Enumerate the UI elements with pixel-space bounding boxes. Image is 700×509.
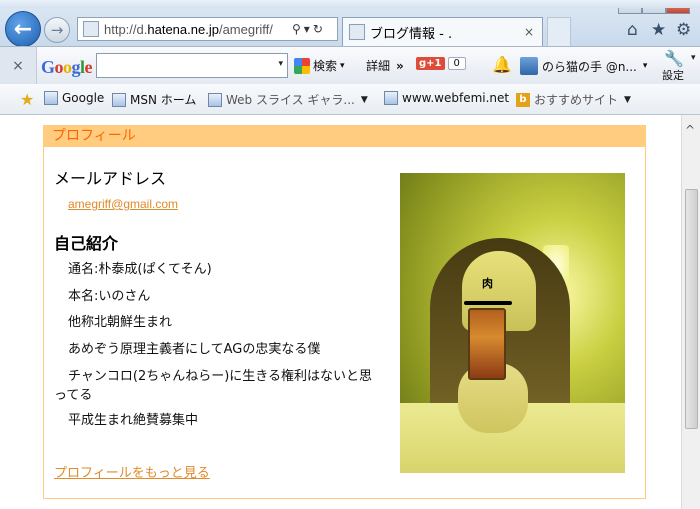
tab-close-icon[interactable]: × (524, 25, 534, 39)
details-button[interactable]: 詳細 » (366, 57, 404, 74)
phone-in-photo (468, 308, 506, 380)
scrollbar-thumb[interactable] (685, 189, 698, 429)
favorite-webfemi[interactable]: www.webfemi.net (384, 91, 509, 105)
user-dropdown-icon: ▾ (642, 61, 648, 71)
address-dropdown-icon[interactable]: ▾ (304, 22, 310, 36)
page-icon (112, 92, 126, 107)
google-search-box[interactable]: ▾ (96, 53, 288, 78)
google-toolbar: × Google ▾ 検索 ▾ 詳細 » g+1 0 🔔 のら猫の手 @n...… (0, 46, 700, 86)
search-icon[interactable]: ⚲ (292, 22, 301, 36)
google-logo: Google (41, 57, 93, 77)
favorites-bar: ★ Google MSN ホーム Web スライス ギャラ... ▼ www.w… (0, 84, 700, 115)
profile-module: プロフィール メールアドレス amegriff@gmail.com 自己紹介 通… (43, 125, 646, 499)
photo-overlay-text: 肉 (482, 277, 493, 290)
forward-arrow-icon: → (50, 21, 64, 39)
address-bar[interactable]: http://d.hatena.ne.jp/amegriff/ ⚲ ▾ ↻ (77, 17, 338, 41)
tools-gear-icon[interactable]: ⚙ (676, 20, 691, 40)
favorite-suggested-sites[interactable]: b おすすめサイト ▼ (516, 91, 631, 108)
toolbar-close-button[interactable]: × (0, 47, 37, 85)
page-viewport: プロフィール メールアドレス amegriff@gmail.com 自己紹介 通… (0, 115, 681, 509)
gplus-count: 0 (447, 57, 466, 70)
back-arrow-icon: ← (13, 16, 33, 42)
settings-label[interactable]: 設定 (662, 67, 684, 83)
profile-heading: プロフィール (44, 126, 645, 147)
page-icon (44, 91, 58, 105)
home-icon[interactable]: ⌂ (627, 20, 638, 40)
mail-heading: メールアドレス (54, 169, 167, 188)
gplus-icon: g+1 (416, 57, 445, 70)
add-favorite-star-icon[interactable]: ★ (20, 90, 34, 109)
intro-text: 通名:朴泰成(ぱくてそん) 本名:いのさん 他称北朝鮮生まれ あめぞう原理主義者… (54, 257, 374, 435)
maximize-button[interactable]: ▢ (642, 0, 666, 14)
refresh-icon[interactable]: ↻ (313, 22, 323, 36)
page-icon (384, 91, 398, 105)
vertical-scrollbar[interactable]: ^ (681, 115, 700, 509)
address-url[interactable]: http://d.hatena.ne.jp/amegriff/ (104, 22, 289, 37)
chevron-down-icon: ▼ (624, 94, 631, 105)
google-g-icon (294, 57, 310, 74)
page-icon (208, 92, 222, 107)
intro-line: チャンコロ(2ちゃんねらー)に生きる権利はないと思ってる (54, 369, 373, 403)
profile-photo[interactable]: 肉 (400, 173, 625, 473)
favorite-web-slice-gallery[interactable]: Web スライス ギャラ... ▼ (208, 91, 368, 108)
new-tab-button[interactable] (547, 17, 571, 46)
tab-blog-info[interactable]: ブログ情報 - . × (342, 17, 543, 46)
google-search-button[interactable]: 検索 ▾ (294, 57, 345, 74)
favorite-google[interactable]: Google (44, 91, 104, 105)
google-search-input[interactable] (97, 54, 275, 77)
scroll-up-icon[interactable]: ^ (685, 123, 695, 137)
bing-icon: b (516, 92, 530, 107)
minimize-button[interactable]: — (618, 0, 642, 14)
intro-heading: 自己紹介 (54, 234, 119, 253)
more-profile-link[interactable]: プロフィールをもっと見る (54, 462, 210, 481)
tab-favicon-icon (349, 24, 365, 40)
window-controls: — ▢ ✕ (592, 0, 700, 14)
intro-line: あめぞう原理主義者にしてAGの忠実なる僕 (68, 341, 321, 357)
bell-icon[interactable]: 🔔 (492, 55, 512, 74)
intro-line: 平成生まれ絶賛募集中 (68, 413, 199, 428)
back-button[interactable]: ← (5, 11, 41, 47)
user-account-button[interactable]: のら猫の手 @n... ▾ (520, 57, 647, 75)
wrench-icon[interactable]: 🔧 (664, 49, 684, 68)
chevron-down-icon: ▾ (340, 60, 345, 71)
intro-line: 他称北朝鮮生まれ (68, 315, 173, 330)
settings-dropdown-icon[interactable]: ▾ (691, 53, 696, 63)
chevron-down-icon: ▼ (360, 94, 368, 105)
intro-line: 本名:いのさん (68, 288, 151, 304)
more-chevrons-icon: » (396, 58, 404, 73)
tab-title: ブログ情報 - . (370, 26, 453, 42)
page-favicon-icon (83, 21, 99, 37)
close-icon: × (12, 58, 24, 74)
browser-titlebar: ← → http://d.hatena.ne.jp/amegriff/ ⚲ ▾ … (0, 0, 700, 47)
gplus-button[interactable]: g+1 0 (416, 57, 466, 70)
favorite-msn-home[interactable]: MSN ホーム (112, 91, 196, 108)
user-avatar (520, 57, 538, 75)
window-close-button[interactable]: ✕ (666, 0, 690, 14)
search-history-dropdown-icon[interactable]: ▾ (278, 59, 283, 69)
intro-line: 通名:朴泰成(ぱくてそん) (68, 262, 212, 277)
favorites-star-icon[interactable]: ★ (651, 20, 666, 40)
email-link[interactable]: amegriff@gmail.com (68, 197, 178, 211)
forward-button[interactable]: → (44, 17, 70, 43)
censor-bar (464, 301, 512, 305)
